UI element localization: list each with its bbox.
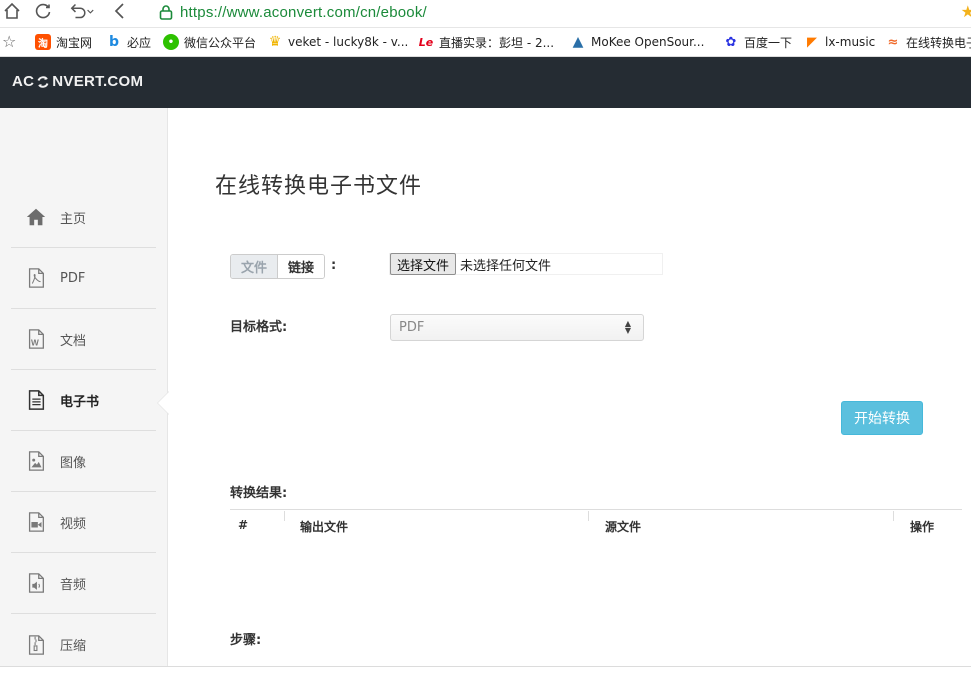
source-tabs: 文件 链接: [230, 254, 326, 279]
site-header: AC NVERT.COM: [0, 57, 971, 108]
bookmark-bing[interactable]: b 必应: [106, 33, 151, 51]
bookmark-veket[interactable]: ♛ veket - lucky8k - v...: [267, 33, 408, 51]
target-format-value: PDF: [399, 320, 425, 335]
svg-text:W: W: [31, 338, 39, 347]
pdf-file-icon: [24, 266, 48, 290]
column-separator: [284, 511, 285, 521]
ebook-icon: [24, 388, 48, 412]
lock-icon: [159, 5, 173, 20]
sidebar-item-home[interactable]: 主页: [11, 187, 156, 248]
url-text: https://www.aconvert.com/cn/ebook/: [180, 3, 427, 21]
bing-icon: b: [106, 34, 122, 50]
bookmark-label: 直播实录：彭坦 - 2...: [439, 35, 555, 50]
bookmark-label: 淘宝网: [56, 35, 93, 50]
logo-text-left: AC: [12, 73, 35, 90]
column-separator: [893, 511, 894, 521]
sidebar-item-label: PDF: [60, 270, 86, 286]
home-icon[interactable]: [2, 1, 24, 23]
aconvert-icon: ≈: [885, 34, 901, 50]
bookmark-label: MoKee OpenSour...: [591, 35, 705, 49]
logo-text-right: NVERT.COM: [52, 73, 144, 90]
undo-history-icon[interactable]: [68, 1, 98, 23]
column-header-actions: 操作: [910, 520, 935, 534]
start-convert-button[interactable]: 开始转换: [841, 401, 923, 435]
page-title: 在线转换电子书文件: [215, 174, 423, 199]
bookmark-label: veket - lucky8k - v...: [288, 35, 409, 49]
taobao-icon: 淘: [35, 34, 51, 50]
bookmark-star-icon[interactable]: ★: [961, 2, 971, 21]
bookmark-aconvert[interactable]: ≈ 在线转换电子: [885, 33, 971, 51]
results-table: # 输出文件 源文件 操作: [230, 509, 962, 534]
column-header-index: #: [238, 518, 249, 532]
archive-icon: [24, 633, 48, 657]
refresh-icon[interactable]: [33, 1, 55, 23]
status-strip: [0, 667, 971, 678]
back-icon[interactable]: [110, 1, 132, 23]
tab-link[interactable]: 链接: [278, 255, 325, 278]
steps-label: 步骤:: [230, 633, 262, 648]
letv-icon: Le: [418, 34, 434, 50]
sidebar-item-label: 音频: [60, 577, 87, 593]
video-icon: [24, 510, 48, 534]
browser-toolbar: https://www.aconvert.com/cn/ebook/ ★: [0, 0, 971, 28]
choose-file-button[interactable]: 选择文件: [390, 253, 457, 275]
sidebar-item-audio[interactable]: 音频: [11, 553, 156, 614]
word-document-icon: W: [24, 327, 48, 351]
baidu-icon: ✿: [723, 34, 739, 50]
sidebar-item-label: 电子书: [60, 394, 100, 410]
sidebar-item-label: 图像: [60, 455, 87, 471]
bookmark-label: 微信公众平台: [184, 35, 257, 50]
mokee-icon: ▲: [570, 34, 586, 50]
bookmark-lx-music[interactable]: ◤ lx-music: [804, 33, 875, 51]
file-input[interactable]: 选择文件 未选择任何文件: [389, 253, 663, 275]
bookmark-taobao[interactable]: 淘 淘宝网: [35, 33, 92, 51]
home-icon: [24, 205, 48, 229]
sidebar-item-label: 主页: [60, 211, 87, 227]
sidebar-item-label: 文档: [60, 333, 87, 349]
tabs-colon: :: [331, 258, 337, 273]
sidebar-item-label: 压缩: [60, 639, 87, 654]
bookmarks-bar: ☆ 淘 淘宝网 b 必应 • 微信公众平台 ♛ veket - lucky8k …: [0, 28, 971, 57]
tab-file[interactable]: 文件: [231, 255, 279, 278]
results-label: 转换结果:: [230, 486, 288, 501]
address-bar[interactable]: https://www.aconvert.com/cn/ebook/: [158, 2, 427, 22]
bookmark-baidu[interactable]: ✿ 百度一下: [723, 33, 792, 51]
bookmark-label: 在线转换电子: [906, 35, 971, 50]
sidebar-item-pdf[interactable]: PDF: [11, 248, 156, 309]
active-pointer: [158, 392, 169, 414]
favorites-star-icon[interactable]: ☆: [2, 32, 16, 51]
bookmark-letv[interactable]: Le 直播实录：彭坦 - 2...: [418, 33, 554, 51]
wechat-icon: •: [163, 34, 179, 50]
bookmark-mokee[interactable]: ▲ MoKee OpenSour...: [570, 33, 704, 51]
bookmark-label: 百度一下: [744, 35, 793, 50]
bookmark-label: lx-music: [825, 35, 876, 49]
sidebar-item-label: 视频: [60, 516, 87, 532]
logo-refresh-icon: [37, 75, 49, 88]
column-header-output-file: 输出文件: [300, 520, 349, 534]
sidebar-item-video[interactable]: 视频: [11, 492, 156, 553]
target-format-label: 目标格式:: [230, 320, 288, 335]
main-content: 在线转换电子书文件 文件 链接 : 选择文件 未选择任何文件 目标格式: PDF…: [169, 108, 971, 666]
target-format-select[interactable]: PDF ▲ ▼: [390, 314, 644, 341]
bookmark-wechat[interactable]: • 微信公众平台: [163, 33, 256, 51]
sidebar-item-ebook[interactable]: 电子书: [11, 370, 156, 431]
lx-music-icon: ◤: [804, 34, 820, 50]
column-separator: [588, 511, 589, 521]
site-logo[interactable]: AC NVERT.COM: [12, 73, 143, 90]
sidebar-item-image[interactable]: 图像: [11, 431, 156, 492]
select-arrows-icon: ▲ ▼: [624, 319, 631, 335]
bookmark-label: 必应: [127, 35, 152, 50]
trophy-icon: ♛: [267, 34, 283, 50]
file-status-text: 未选择任何文件: [460, 258, 552, 274]
sidebar-item-document[interactable]: W 文档: [11, 309, 156, 370]
sidebar: 主页 PDF W 文档 电子书 图像 视频 音频 压缩: [0, 108, 168, 666]
column-header-source-file: 源文件: [605, 520, 642, 534]
image-icon: [24, 449, 48, 473]
audio-icon: [24, 571, 48, 595]
